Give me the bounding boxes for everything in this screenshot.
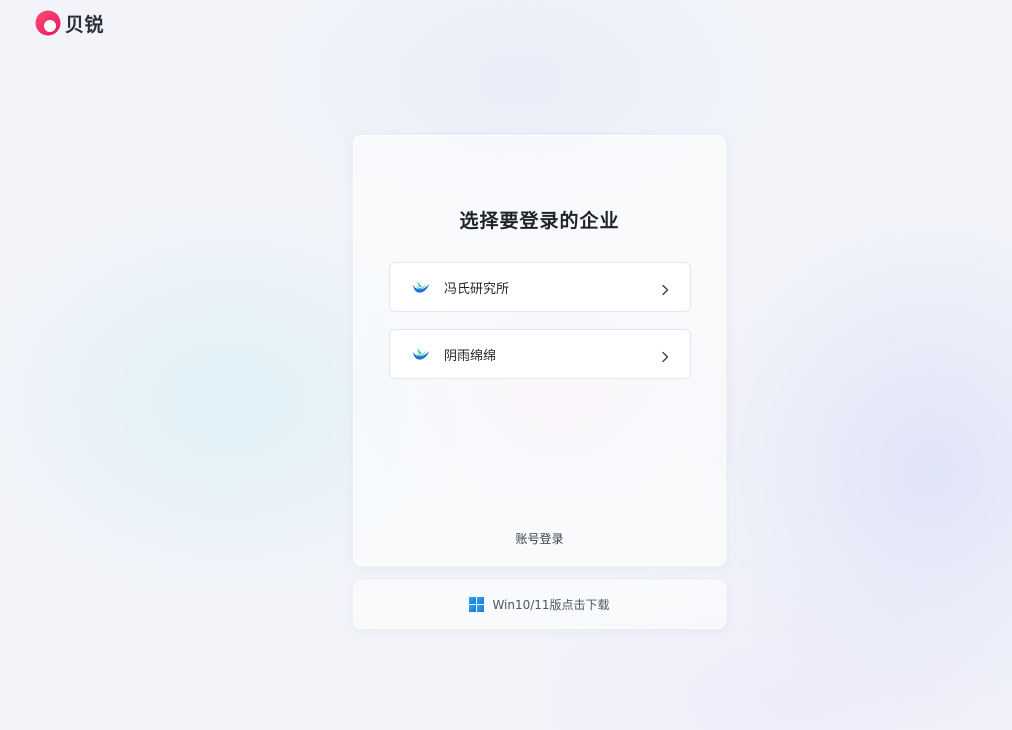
windows-icon	[469, 597, 485, 612]
account-login-link[interactable]: 账号登录	[354, 530, 725, 547]
windows-download-button[interactable]: Win10/11版点击下载	[353, 580, 726, 629]
org-logo-icon	[412, 278, 430, 296]
chevron-right-icon	[660, 281, 670, 296]
chevron-right-icon	[660, 348, 670, 363]
organization-item[interactable]: 冯氏研究所	[389, 262, 691, 312]
download-label: Win10/11版点击下载	[492, 598, 610, 612]
organization-list: 冯氏研究所 阴雨绵绵	[389, 262, 691, 396]
org-logo-icon	[412, 345, 430, 363]
card-title: 选择要登录的企业	[459, 210, 620, 232]
enterprise-select-card: 选择要登录的企业 冯氏研究所 阴雨绵绵 账号登录	[353, 135, 726, 566]
brand-logo: 贝锐	[35, 9, 104, 37]
organization-name: 阴雨绵绵	[444, 348, 497, 364]
organization-item[interactable]: 阴雨绵绵	[389, 329, 691, 379]
beirui-logo-icon	[35, 10, 61, 36]
organization-name: 冯氏研究所	[444, 281, 510, 297]
brand-name: 贝锐	[65, 13, 105, 36]
